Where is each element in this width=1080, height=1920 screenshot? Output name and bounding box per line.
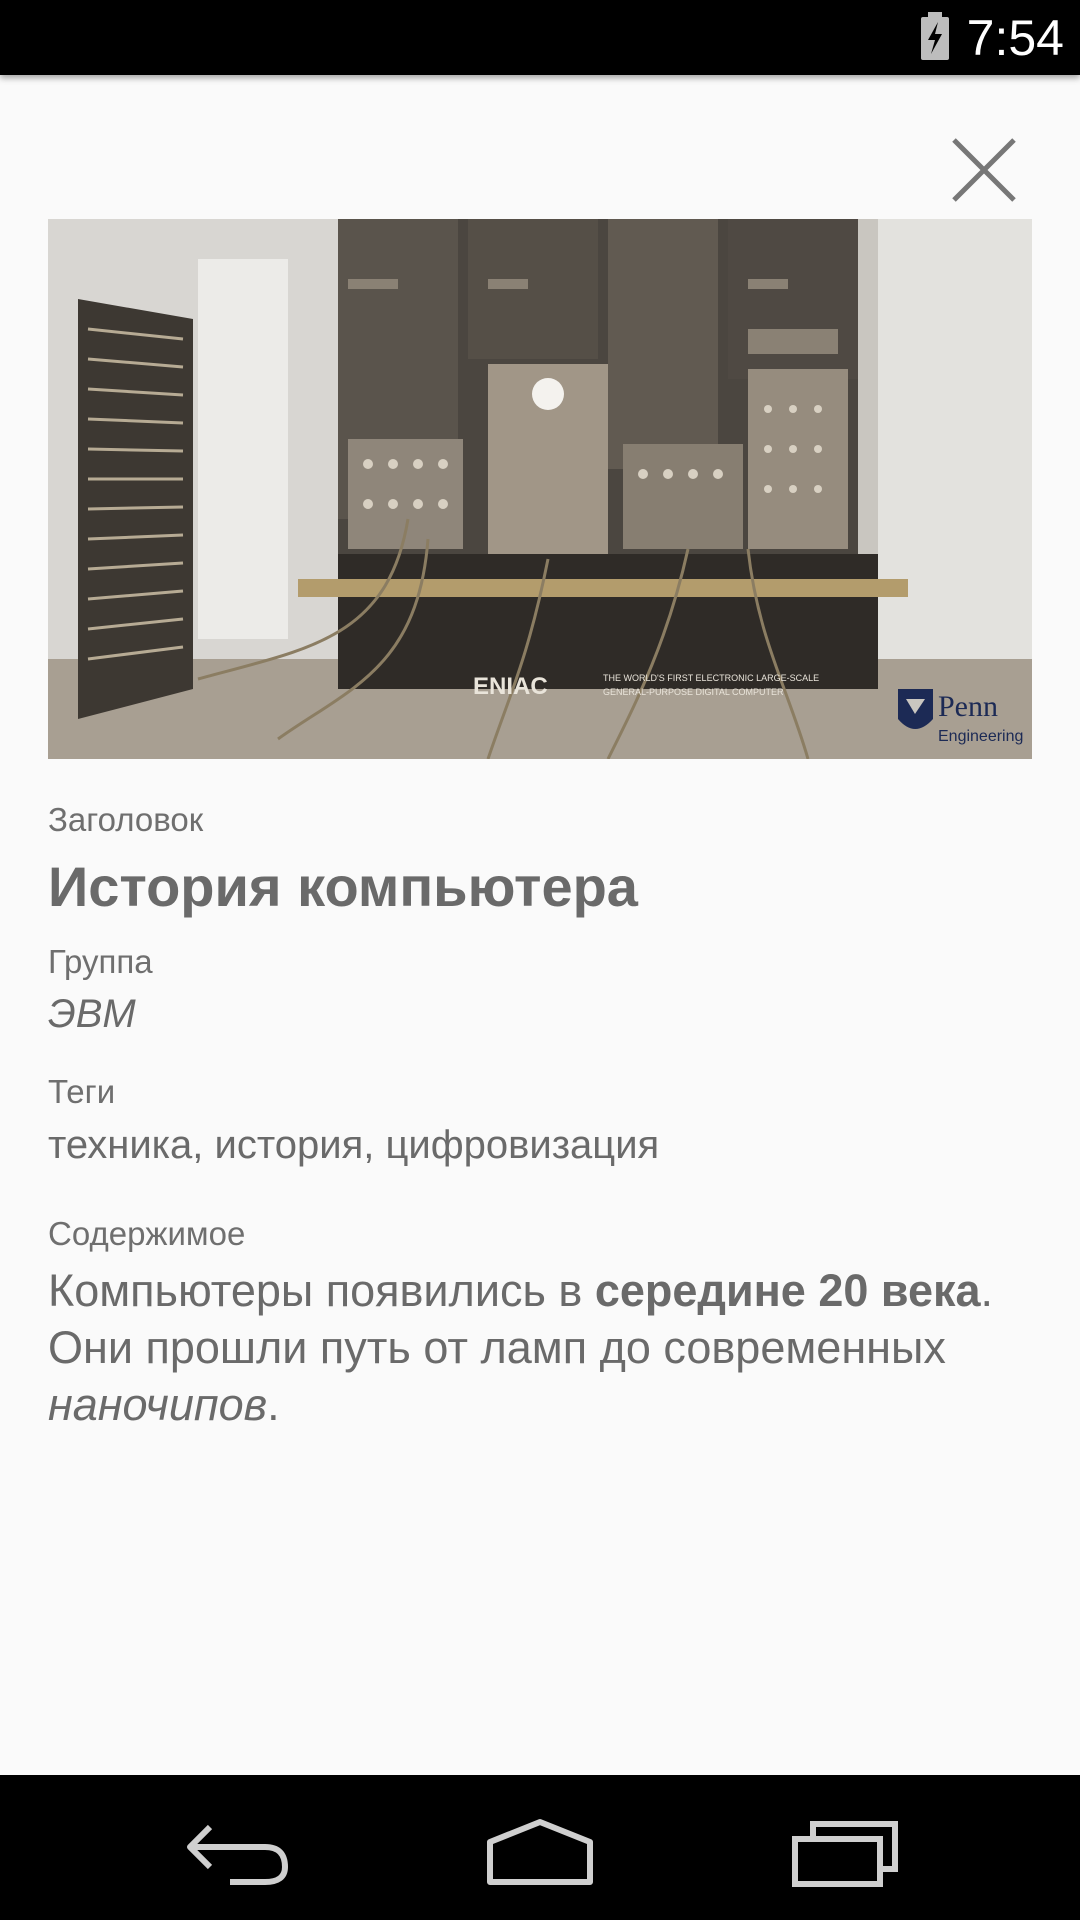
close-icon[interactable] [944, 130, 1024, 210]
eniac-plaque-line-1: THE WORLD'S FIRST ELECTRONIC LARGE-SCALE [603, 673, 819, 683]
note-content: Компьютеры появились в середине 20 века.… [48, 1262, 998, 1433]
back-icon[interactable] [170, 1797, 310, 1897]
status-bar: 7:54 [0, 0, 1080, 75]
content-label: Содержимое [48, 1215, 246, 1252]
content-text-bold: середине 20 века [594, 1265, 981, 1316]
note-tags: техника, история, цифровизация [48, 1123, 660, 1167]
title-label: Заголовок [48, 801, 204, 838]
svg-text:Engineering: Engineering [938, 728, 1023, 745]
note-group: ЭВМ [48, 992, 136, 1036]
svg-text:Penn: Penn [938, 690, 998, 723]
home-icon[interactable] [470, 1797, 610, 1897]
group-label: Группа [48, 943, 153, 980]
eniac-plaque-line-2: GENERAL-PURPOSE DIGITAL COMPUTER [603, 687, 784, 697]
content-text-3: . [267, 1379, 280, 1430]
note-title: История компьютера [48, 855, 638, 918]
eniac-sign: ENIAC [473, 673, 548, 700]
content-text-italic: наночипов [48, 1379, 268, 1430]
status-clock: 7:54 [966, 10, 1064, 66]
recents-icon[interactable] [775, 1797, 915, 1897]
content-text-1: Компьютеры появились в [48, 1265, 595, 1316]
eniac-photo: ENIAC THE WORLD'S FIRST ELECTRONIC LARGE… [48, 219, 1032, 759]
tags-label: Теги [48, 1073, 116, 1110]
battery-charging-icon [921, 12, 949, 60]
navigation-bar [0, 1775, 1080, 1920]
note-image: ENIAC THE WORLD'S FIRST ELECTRONIC LARGE… [48, 219, 1032, 759]
